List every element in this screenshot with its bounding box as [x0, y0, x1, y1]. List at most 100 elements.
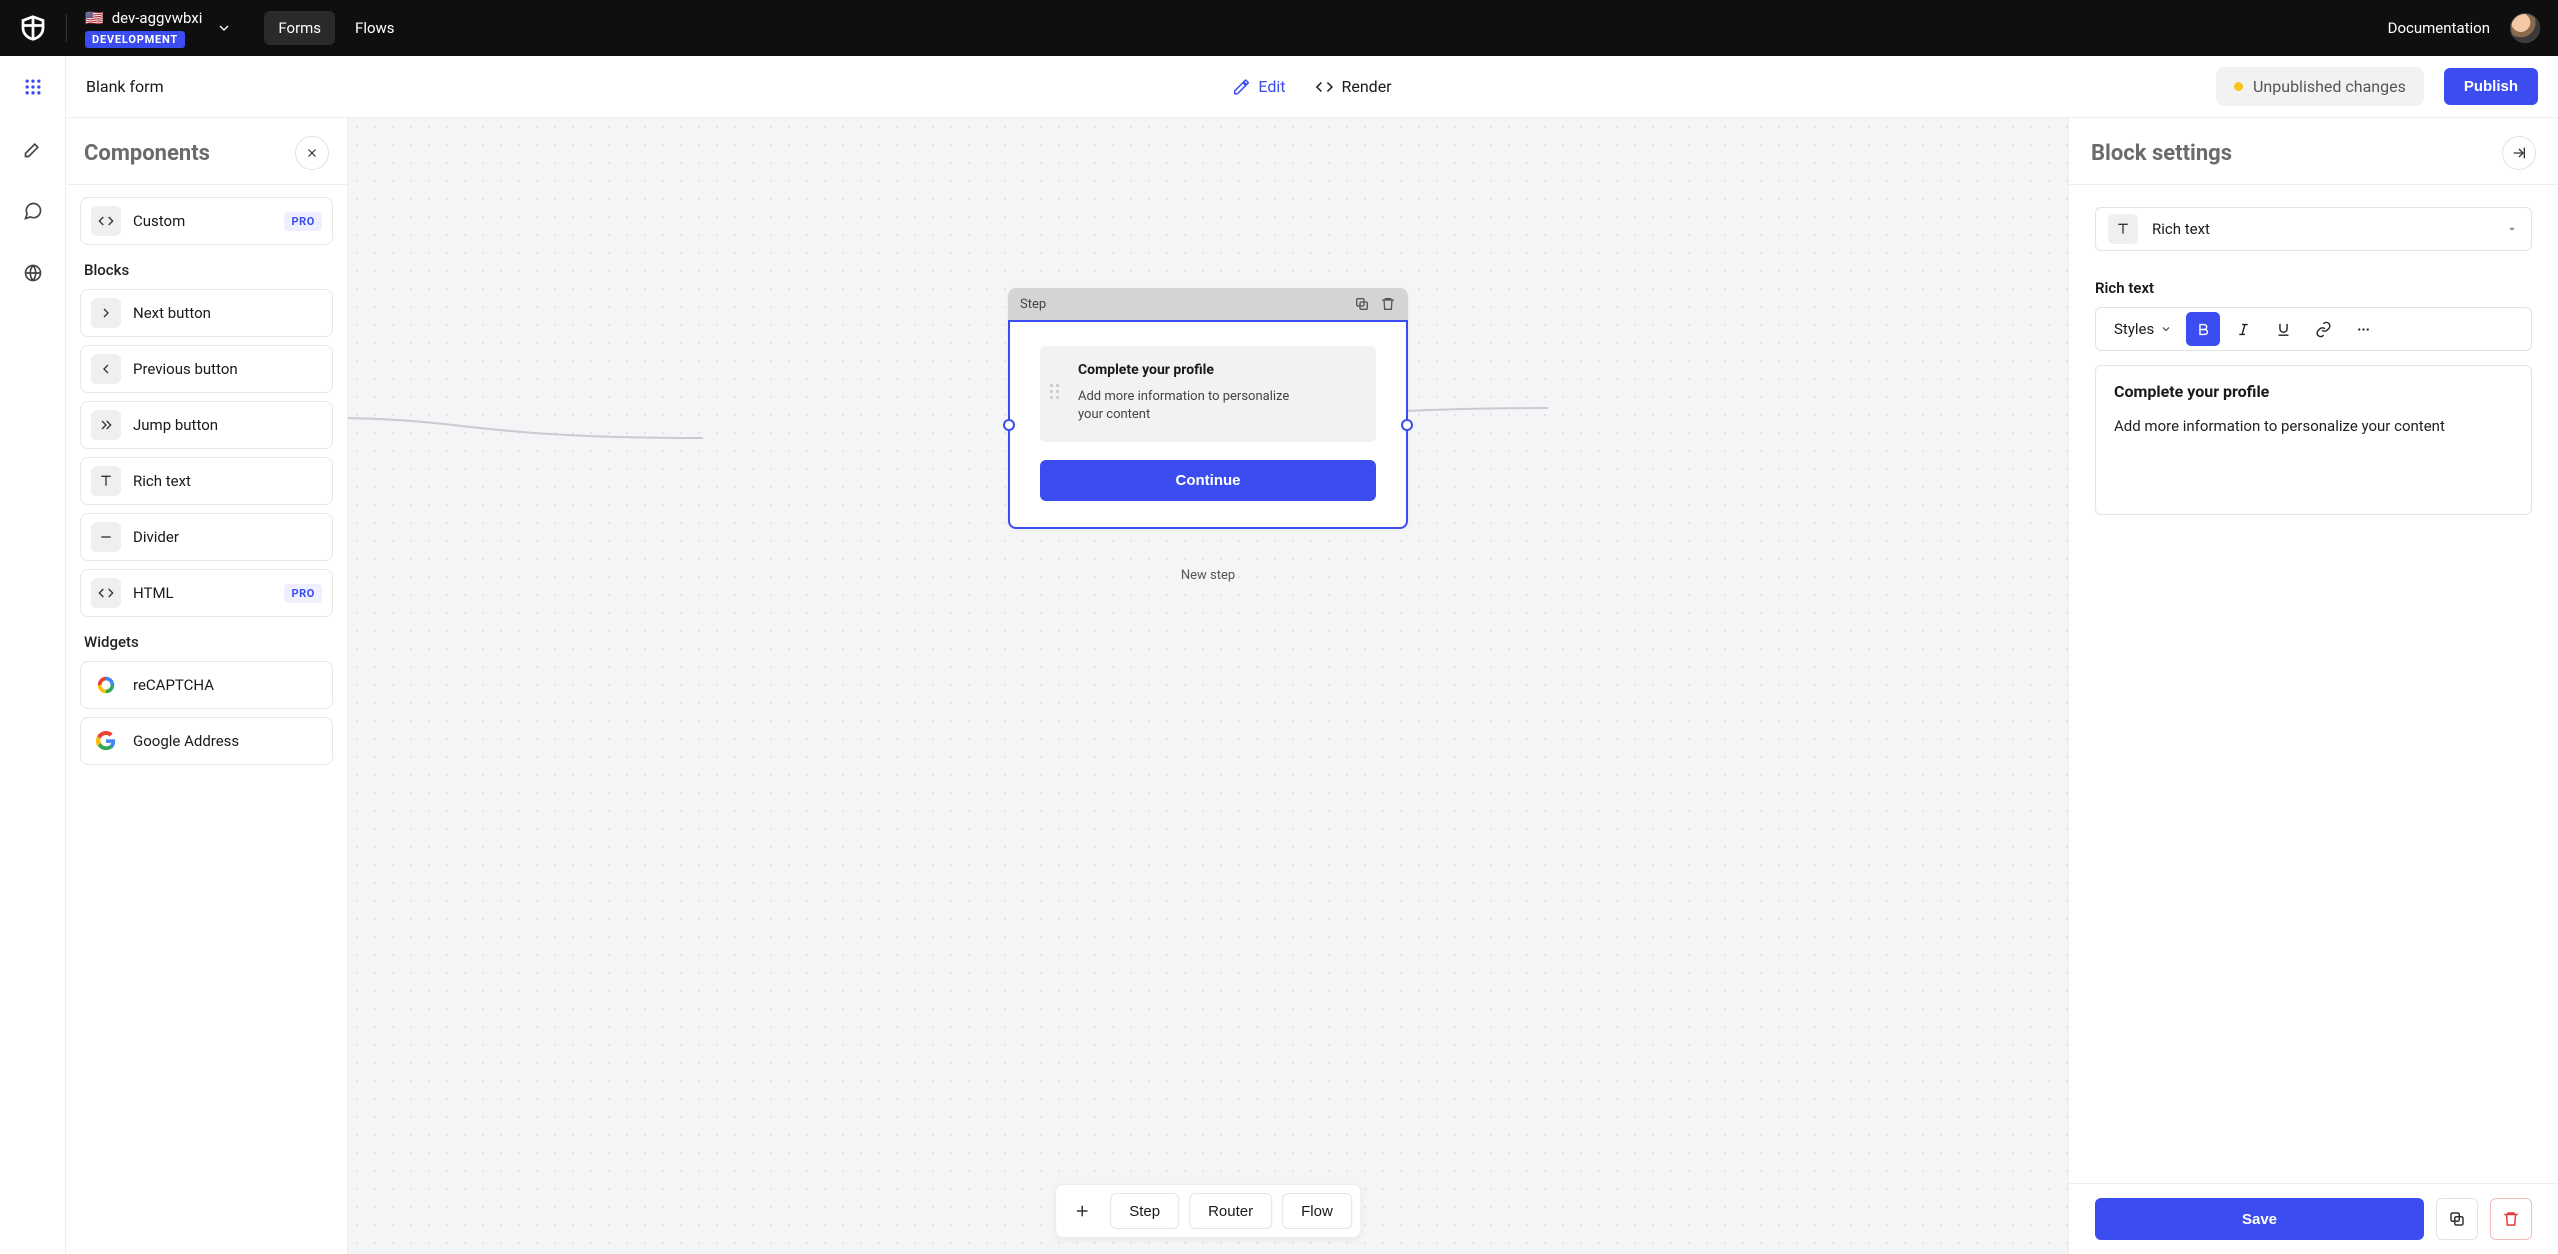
component-label: Divider	[133, 528, 322, 546]
plus-icon	[1064, 1193, 1100, 1229]
view-render[interactable]: Render	[1315, 77, 1391, 96]
port-in[interactable]	[1003, 419, 1015, 431]
more-button[interactable]	[2346, 312, 2380, 346]
bold-button[interactable]	[2186, 312, 2220, 346]
globe-icon	[23, 263, 43, 283]
add-step-button[interactable]: Step	[1110, 1193, 1179, 1229]
unpublished-status: Unpublished changes	[2216, 67, 2424, 106]
chevron-left-icon	[91, 354, 121, 384]
styles-label: Styles	[2114, 320, 2154, 338]
left-icon-rail	[0, 56, 66, 1254]
components-title: Components	[84, 141, 210, 166]
component-html[interactable]: HTML PRO	[80, 569, 333, 617]
text-icon	[2108, 214, 2138, 244]
app-logo[interactable]	[18, 13, 48, 43]
block-type-label: Rich text	[2152, 220, 2491, 238]
section-widgets-label: Widgets	[84, 633, 329, 651]
view-toggle: Edit Render	[1232, 77, 1391, 96]
component-jump-button[interactable]: Jump button	[80, 401, 333, 449]
component-custom[interactable]: Custom PRO	[80, 197, 333, 245]
collapse-right-icon	[2511, 145, 2527, 161]
chevron-down-icon	[216, 20, 232, 36]
port-out[interactable]	[1401, 419, 1413, 431]
settings-title: Block settings	[2091, 141, 2232, 166]
code-icon	[1315, 78, 1333, 96]
header-divider	[66, 14, 67, 42]
step-card[interactable]: Step Complete your profile Add more info…	[1008, 288, 1408, 529]
user-avatar[interactable]	[2510, 13, 2540, 43]
publish-button[interactable]: Publish	[2444, 68, 2538, 105]
copy-icon[interactable]	[1354, 296, 1370, 312]
components-panel: Components Custom PRO Blocks Next button…	[66, 118, 348, 1254]
component-label: Rich text	[133, 472, 322, 490]
underline-button[interactable]	[2266, 312, 2300, 346]
link-button[interactable]	[2306, 312, 2340, 346]
component-label: reCAPTCHA	[133, 676, 322, 694]
underline-icon	[2275, 321, 2292, 338]
rail-components[interactable]	[16, 70, 50, 104]
rail-globe[interactable]	[16, 256, 50, 290]
components-close-button[interactable]	[295, 136, 329, 170]
rich-text-block[interactable]: Complete your profile Add more informati…	[1040, 346, 1376, 442]
component-label: Custom	[133, 212, 272, 230]
view-edit[interactable]: Edit	[1232, 77, 1285, 96]
status-dot-icon	[2234, 82, 2243, 91]
bold-icon	[2195, 321, 2212, 338]
save-button[interactable]: Save	[2095, 1198, 2424, 1240]
env-badge: DEVELOPMENT	[85, 31, 185, 48]
step-body: Complete your profile Add more informati…	[1008, 320, 1408, 529]
rte-toolbar: Styles	[2095, 307, 2532, 351]
drag-handle-icon[interactable]	[1050, 384, 1062, 404]
canvas[interactable]: Step Complete your profile Add more info…	[348, 118, 2068, 1254]
pro-badge: PRO	[284, 584, 322, 603]
trash-icon	[2502, 1210, 2520, 1228]
form-title: Blank form	[86, 77, 164, 96]
step-header[interactable]: Step	[1008, 288, 1408, 320]
editor-heading: Complete your profile	[2114, 382, 2513, 401]
component-recaptcha[interactable]: reCAPTCHA	[80, 661, 333, 709]
rich-body: Add more information to personalize your…	[1078, 388, 1308, 424]
flag-icon: 🇺🇸	[85, 9, 104, 27]
duplicate-button[interactable]	[2436, 1198, 2478, 1240]
italic-icon	[2235, 321, 2252, 338]
component-label: Jump button	[133, 416, 322, 434]
continue-button[interactable]: Continue	[1040, 460, 1376, 501]
component-label: Google Address	[133, 732, 322, 750]
delete-button[interactable]	[2490, 1198, 2532, 1240]
rich-heading: Complete your profile	[1078, 362, 1356, 378]
pro-badge: PRO	[284, 212, 322, 231]
project-name: dev-aggvwbxi	[112, 9, 203, 27]
nav-forms[interactable]: Forms	[264, 11, 335, 45]
component-previous-button[interactable]: Previous button	[80, 345, 333, 393]
component-divider[interactable]: Divider	[80, 513, 333, 561]
component-label: Next button	[133, 304, 322, 322]
step-title: Step	[1020, 297, 1344, 312]
recaptcha-icon	[91, 670, 121, 700]
trash-icon[interactable]	[1380, 296, 1396, 312]
editor-body: Add more information to personalize your…	[2114, 417, 2513, 435]
documentation-link[interactable]: Documentation	[2388, 19, 2490, 37]
component-google-address[interactable]: Google Address	[80, 717, 333, 765]
italic-button[interactable]	[2226, 312, 2260, 346]
rail-edit[interactable]	[16, 132, 50, 166]
block-settings-panel: Block settings Rich text Rich text Style…	[2068, 118, 2558, 1254]
rte-editor[interactable]: Complete your profile Add more informati…	[2095, 365, 2532, 515]
component-rich-text[interactable]: Rich text	[80, 457, 333, 505]
settings-footer: Save	[2069, 1183, 2558, 1254]
nav-flows[interactable]: Flows	[341, 11, 409, 45]
component-next-button[interactable]: Next button	[80, 289, 333, 337]
project-selector[interactable]: 🇺🇸 dev-aggvwbxi DEVELOPMENT	[85, 9, 232, 48]
grid-icon	[23, 77, 43, 97]
chat-icon	[23, 201, 43, 221]
sub-header: Blank form Edit Render Unpublished chang…	[66, 56, 2558, 118]
code-icon	[91, 578, 121, 608]
app-header: 🇺🇸 dev-aggvwbxi DEVELOPMENT Forms Flows …	[0, 0, 2558, 56]
block-type-select[interactable]: Rich text	[2095, 207, 2532, 251]
rail-chat[interactable]	[16, 194, 50, 228]
settings-collapse-button[interactable]	[2502, 136, 2536, 170]
double-chevron-right-icon	[91, 410, 121, 440]
styles-dropdown[interactable]: Styles	[2106, 314, 2180, 344]
add-flow-button[interactable]: Flow	[1282, 1193, 1352, 1229]
add-router-button[interactable]: Router	[1189, 1193, 1272, 1229]
component-label: HTML	[133, 584, 272, 602]
